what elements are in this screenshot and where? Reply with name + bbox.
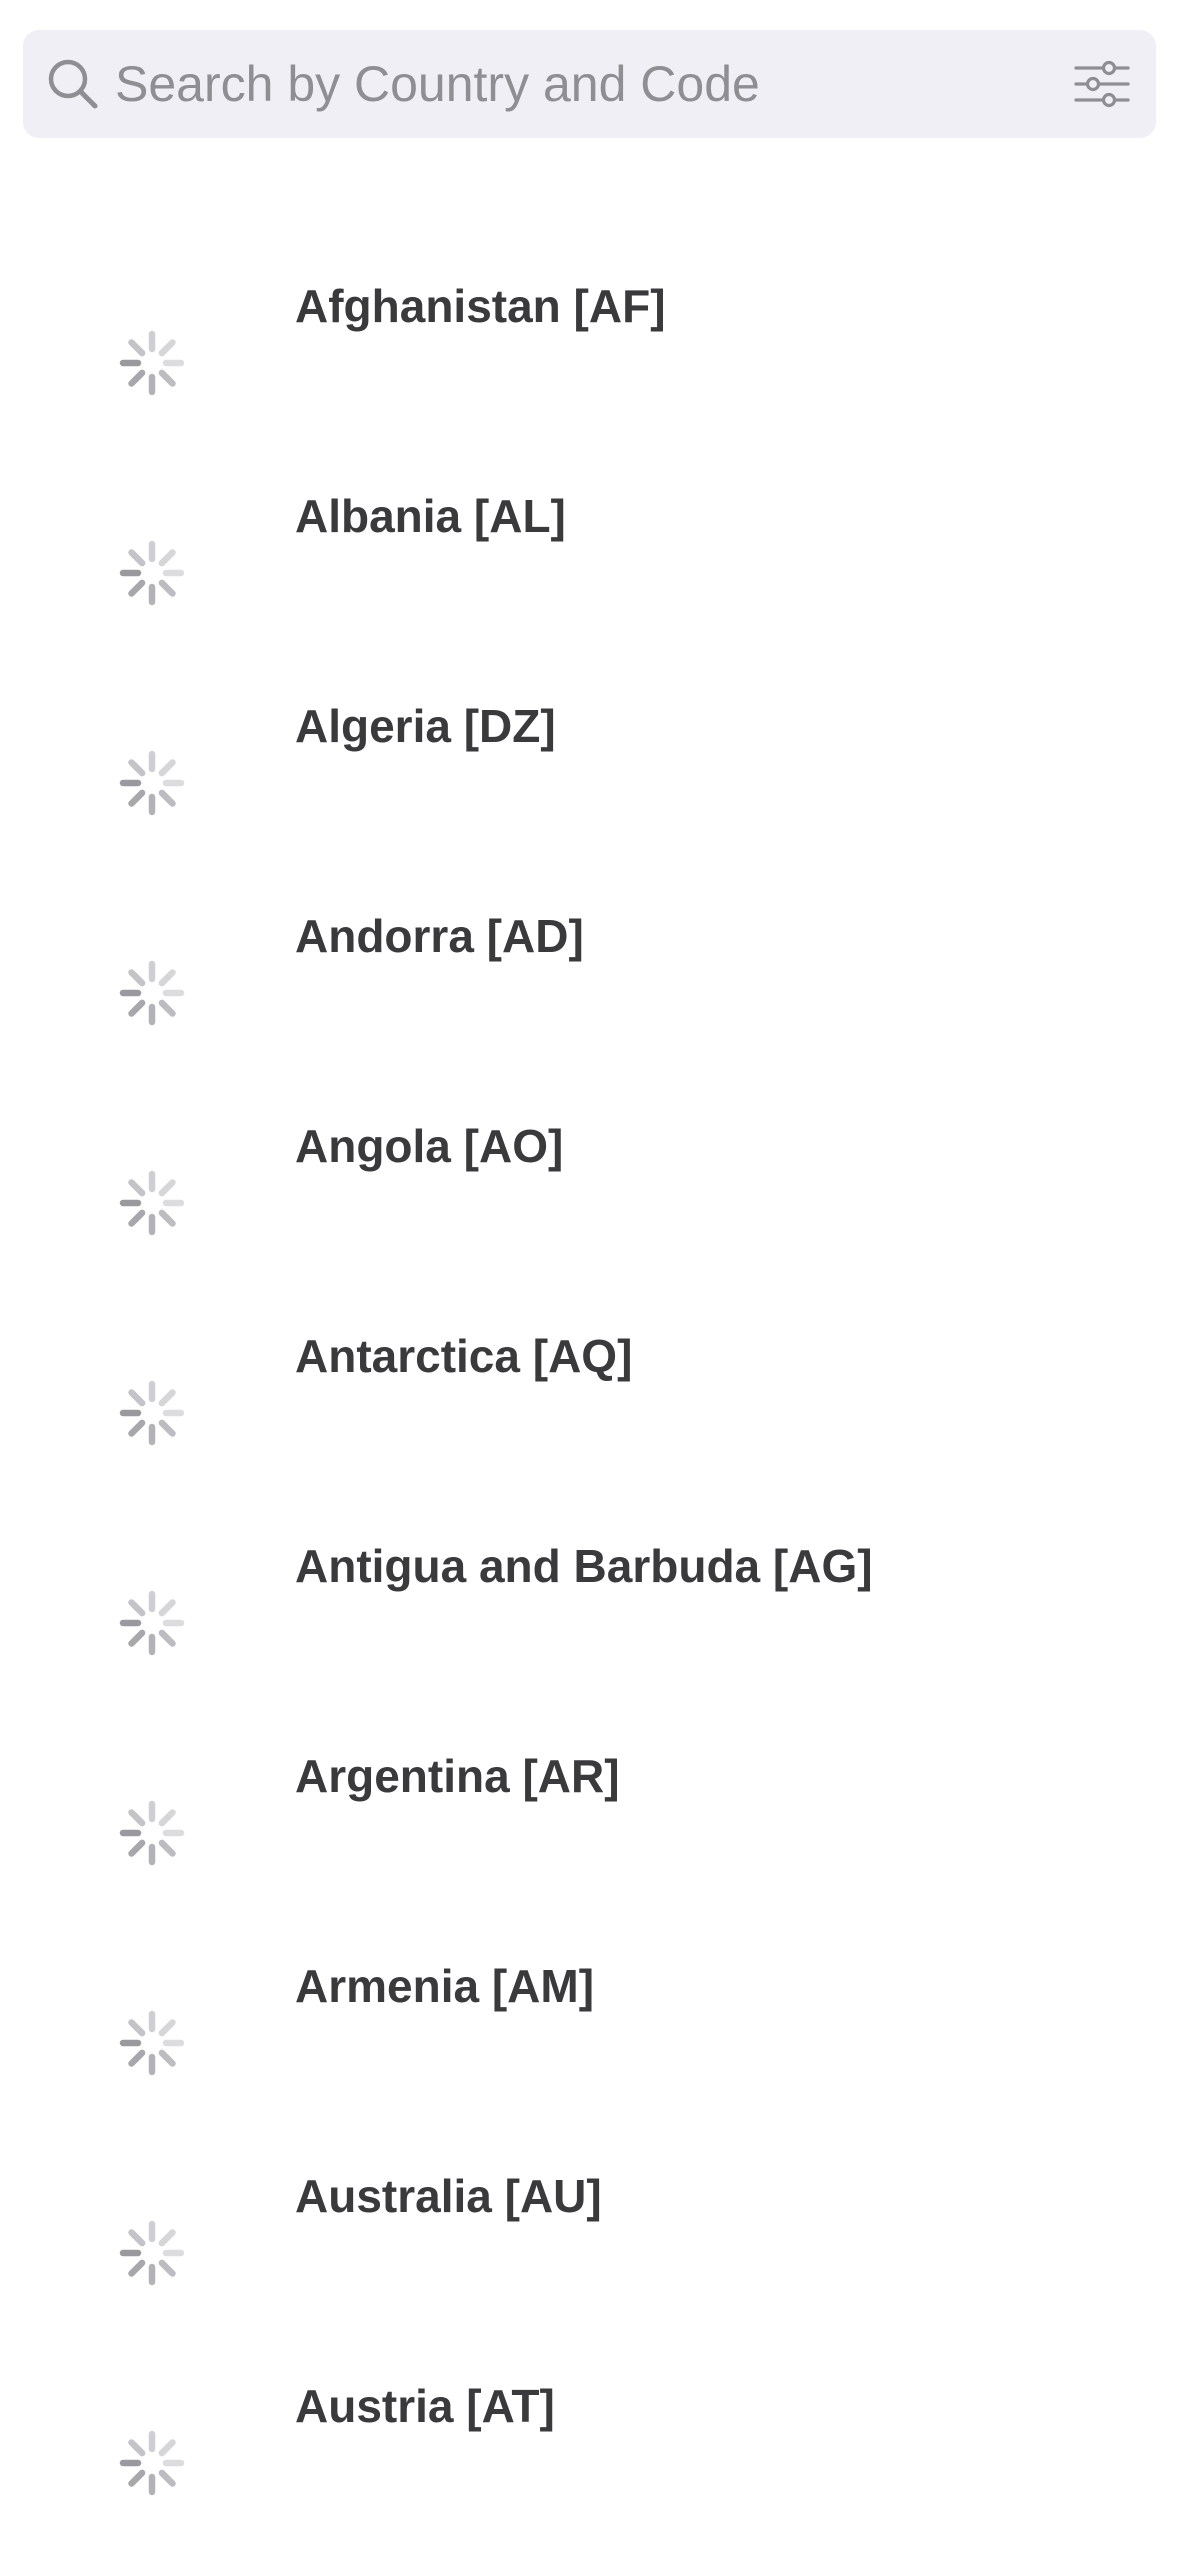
country-name: Armenia [AM] xyxy=(295,1960,595,2012)
spinner-icon xyxy=(119,750,185,816)
country-name: Antarctica [AQ] xyxy=(295,1330,633,1382)
sliders-icon[interactable] xyxy=(1074,60,1130,108)
spinner-icon xyxy=(119,2430,185,2496)
spinner-icon xyxy=(119,1800,185,1866)
country-name: Andorra [AD] xyxy=(295,910,584,962)
country-name: Australia [AU] xyxy=(295,2170,602,2222)
country-name: Austria [AT] xyxy=(295,2380,555,2432)
spinner-icon xyxy=(119,960,185,1026)
country-row[interactable]: Afghanistan [AF] xyxy=(0,210,1179,420)
country-row[interactable]: Australia [AU] xyxy=(0,2100,1179,2310)
country-row[interactable]: Argentina [AR] xyxy=(0,1680,1179,1890)
spinner-icon xyxy=(119,1590,185,1656)
country-name: Afghanistan [AF] xyxy=(295,280,666,332)
spinner-icon xyxy=(119,2220,185,2286)
spinner-icon xyxy=(119,1170,185,1236)
country-name: Angola [AO] xyxy=(295,1120,564,1172)
country-name: Antigua and Barbuda [AG] xyxy=(295,1540,873,1592)
country-name: Argentina [AR] xyxy=(295,1750,620,1802)
spinner-icon xyxy=(119,2010,185,2076)
spinner-icon xyxy=(119,540,185,606)
country-name: Albania [AL] xyxy=(295,490,566,542)
search-input[interactable] xyxy=(115,30,1015,138)
country-row[interactable]: Antarctica [AQ] xyxy=(0,1260,1179,1470)
spinner-icon xyxy=(119,1380,185,1446)
country-name: Algeria [DZ] xyxy=(295,700,556,752)
country-row[interactable]: Austria [AT] xyxy=(0,2310,1179,2520)
country-list: Afghanistan [AF] Albania [AL] Algeria [D… xyxy=(0,210,1179,2520)
country-row[interactable]: Armenia [AM] xyxy=(0,1890,1179,2100)
country-row[interactable]: Antigua and Barbuda [AG] xyxy=(0,1470,1179,1680)
country-row[interactable]: Albania [AL] xyxy=(0,420,1179,630)
spinner-icon xyxy=(119,330,185,396)
search-icon xyxy=(48,59,98,109)
country-row[interactable]: Andorra [AD] xyxy=(0,840,1179,1050)
search-bar[interactable] xyxy=(23,30,1156,138)
country-row[interactable]: Angola [AO] xyxy=(0,1050,1179,1260)
country-row[interactable]: Algeria [DZ] xyxy=(0,630,1179,840)
